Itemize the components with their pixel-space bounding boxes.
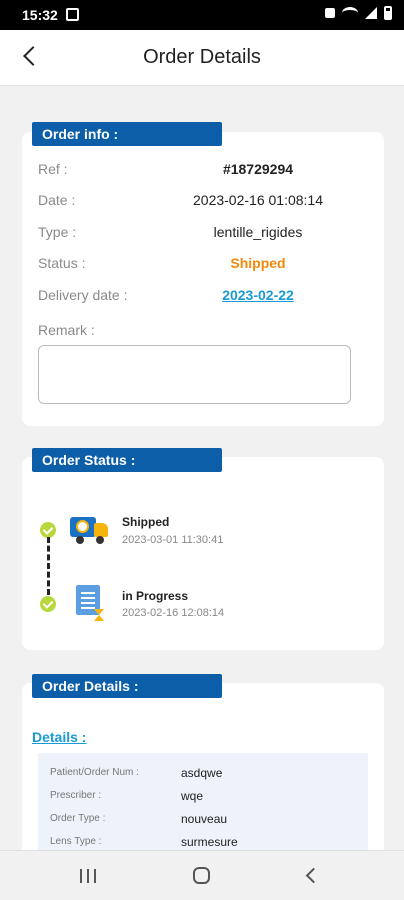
- detail-label: Patient/Order Num :: [50, 767, 139, 778]
- status-bar: 15:32: [0, 0, 404, 30]
- status-time: 15:32: [22, 7, 58, 23]
- document-hourglass-icon: [74, 585, 108, 623]
- status-label: Status :: [38, 255, 86, 271]
- order-info-header: Order info :: [32, 122, 222, 146]
- timeline-step-title: Shipped: [122, 515, 170, 529]
- date-label: Date :: [38, 192, 76, 208]
- check-icon: [40, 522, 56, 538]
- status-badge: Shipped: [230, 255, 286, 271]
- order-status-header: Order Status :: [32, 448, 222, 472]
- ref-label: Ref :: [38, 161, 68, 177]
- detail-value: asdqwe: [181, 766, 223, 780]
- type-label: Type :: [38, 224, 77, 240]
- signal-icon: [365, 7, 377, 19]
- timeline-step-title: in Progress: [122, 589, 189, 603]
- image-icon: [66, 8, 79, 21]
- app-bar: Order Details: [0, 30, 404, 86]
- order-details-header: Order Details :: [32, 674, 222, 698]
- detail-value: nouveau: [181, 812, 228, 826]
- delivery-date-link[interactable]: 2023-02-22: [148, 287, 368, 303]
- detail-label: Lens Type :: [50, 836, 102, 847]
- system-nav-bar: [0, 850, 404, 900]
- page-title: Order Details: [143, 46, 261, 68]
- remark-field[interactable]: [38, 345, 351, 404]
- wifi-icon: [342, 7, 358, 19]
- delivery-truck-icon: [70, 515, 110, 545]
- detail-value: surmesure: [181, 835, 238, 849]
- details-link[interactable]: Details :: [32, 729, 86, 745]
- detail-value: wqe: [181, 789, 204, 803]
- delivery-date-label: Delivery date :: [38, 287, 128, 303]
- battery-icon: [384, 6, 392, 20]
- back-icon[interactable]: [305, 867, 322, 884]
- recent-apps-icon[interactable]: [80, 869, 98, 883]
- timeline-connector: [47, 537, 50, 595]
- check-icon: [40, 596, 56, 612]
- date-value: 2023-02-16 01:08:14: [193, 192, 323, 208]
- remark-label: Remark :: [38, 322, 95, 338]
- notification-icon: [325, 8, 335, 18]
- home-icon[interactable]: [193, 867, 210, 884]
- timeline-step-time: 2023-03-01 11:30:41: [122, 534, 224, 546]
- detail-label: Prescriber :: [50, 790, 102, 801]
- type-value: lentille_rigides: [213, 224, 303, 240]
- detail-label: Order Type :: [50, 813, 106, 824]
- ref-value: #18729294: [222, 161, 294, 177]
- timeline-step-time: 2023-02-16 12:08:14: [122, 607, 225, 619]
